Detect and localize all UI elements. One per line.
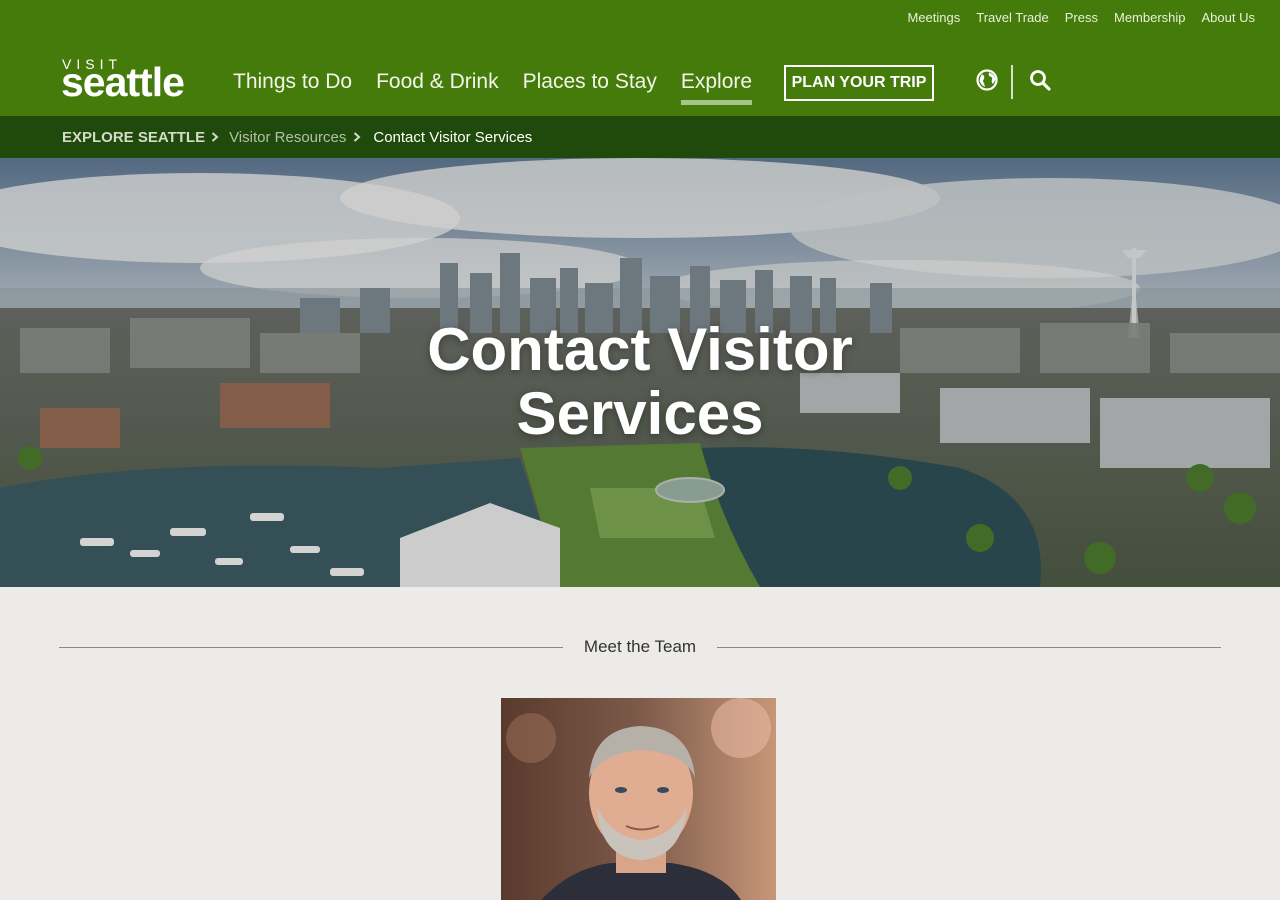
nav-things-to-do[interactable]: Things to Do: [233, 68, 352, 104]
nav-food-and-drink[interactable]: Food & Drink: [376, 68, 499, 104]
breadcrumb-explore-seattle[interactable]: EXPLORE SEATTLE: [62, 129, 205, 146]
page-title-line-1: Contact Visitor: [427, 316, 853, 383]
breadcrumb-current-page: Contact Visitor Services: [373, 128, 533, 146]
visit-seattle-logo[interactable]: VISIT seattle: [61, 56, 202, 105]
chevron-right-icon: [354, 132, 361, 142]
portrait-image: [501, 698, 776, 900]
breadcrumb: EXPLORE SEATTLE Visitor Resources Contac…: [0, 116, 1280, 158]
nav-explore[interactable]: Explore: [680, 68, 753, 105]
heading-rule-left: [59, 647, 563, 648]
utility-link-membership[interactable]: Membership: [1114, 10, 1186, 25]
team-member-photo[interactable]: [501, 698, 776, 900]
globe-icon[interactable]: [974, 68, 1000, 94]
utility-nav: Meetings Travel Trade Press Membership A…: [908, 10, 1256, 25]
utility-link-travel-trade[interactable]: Travel Trade: [976, 10, 1049, 25]
site-header: Meetings Travel Trade Press Membership A…: [0, 0, 1280, 116]
utility-link-about-us[interactable]: About Us: [1202, 10, 1255, 25]
hero-banner: Contact Visitor Services: [0, 158, 1280, 587]
heading-rule-right: [717, 647, 1221, 648]
search-icon[interactable]: [1027, 68, 1053, 94]
chevron-right-icon: [211, 132, 219, 142]
plan-your-trip-button[interactable]: PLAN YOUR TRIP: [784, 65, 934, 101]
meet-the-team-heading: Meet the Team: [583, 637, 697, 656]
section-heading: Meet the Team: [59, 636, 1221, 658]
utility-link-press[interactable]: Press: [1065, 10, 1098, 25]
nav-places-to-stay[interactable]: Places to Stay: [523, 68, 657, 104]
breadcrumb-visitor-resources[interactable]: Visitor Resources: [229, 129, 346, 146]
page-title-line-2: Services: [516, 380, 764, 447]
utility-link-meetings[interactable]: Meetings: [908, 10, 961, 25]
header-icon-divider: [1011, 65, 1013, 99]
page-title: Contact Visitor Services: [0, 318, 1280, 446]
logo-seattle-text: seattle: [61, 59, 185, 105]
main-nav: Things to Do Food & Drink Places to Stay…: [233, 68, 753, 105]
